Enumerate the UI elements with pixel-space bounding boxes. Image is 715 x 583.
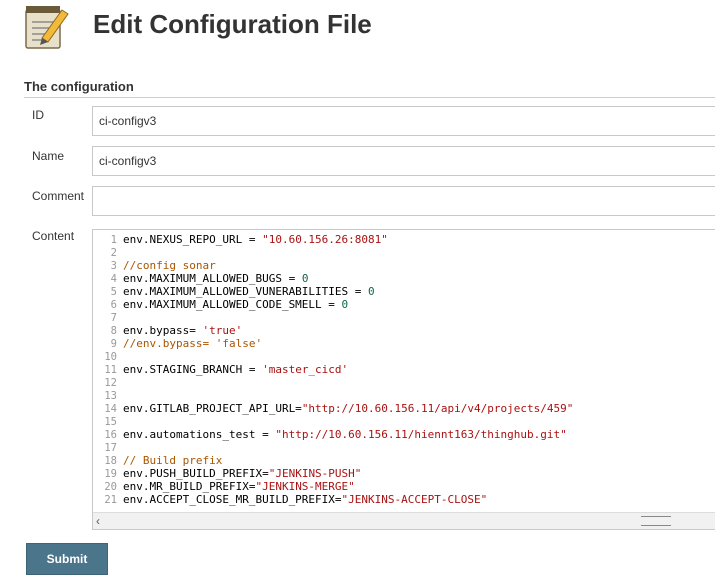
code-line[interactable]: 17 (93, 441, 715, 454)
section-title: The configuration (24, 79, 134, 94)
code-token: env.MAXIMUM_ALLOWED_VUNERABILITIES = (123, 285, 369, 298)
code-line[interactable]: 8 env.bypass= 'true' (93, 324, 715, 337)
code-line[interactable]: 4 env.MAXIMUM_ALLOWED_BUGS = 0 (93, 272, 715, 285)
code-token: env.MR_BUILD_PREFIX= (123, 480, 256, 493)
code-token: env.automations_test = (123, 428, 276, 441)
section-divider (24, 97, 715, 98)
code-token: "JENKINS-PUSH" (268, 467, 362, 480)
code-line[interactable]: 20 env.MR_BUILD_PREFIX="JENKINS-MERGE" (93, 480, 715, 493)
horizontal-scrollbar[interactable]: ‹ (93, 512, 715, 529)
code-token: //env.bypass= 'false' (123, 337, 263, 350)
content-label: Content (32, 229, 75, 243)
notepad-pencil-icon (25, 6, 69, 49)
code-line[interactable]: 7 (93, 311, 715, 324)
code-token: "JENKINS-ACCEPT-CLOSE" (341, 493, 488, 506)
code-line[interactable]: 13 (93, 389, 715, 402)
id-field[interactable] (92, 106, 715, 136)
chevron-left-icon[interactable]: ‹ (96, 514, 100, 528)
code-line[interactable]: 3//config sonar (93, 259, 715, 272)
code-token: "http://10.60.156.11/api/v4/projects/459… (301, 402, 574, 415)
code-token: 'master_cicd' (262, 363, 349, 376)
scroll-thumb[interactable] (641, 516, 671, 526)
code-line[interactable]: 21 env.ACCEPT_CLOSE_MR_BUILD_PREFIX="JENK… (93, 493, 715, 506)
code-token: 0 (341, 298, 349, 311)
code-line[interactable]: 5 env.MAXIMUM_ALLOWED_VUNERABILITIES = 0 (93, 285, 715, 298)
code-line[interactable]: 16 env.automations_test = "http://10.60.1… (93, 428, 715, 441)
code-line[interactable]: 15 (93, 415, 715, 428)
code-line[interactable]: 1 env.NEXUS_REPO_URL = "10.60.156.26:8081… (93, 233, 715, 246)
code-line[interactable]: 6 env.MAXIMUM_ALLOWED_CODE_SMELL = 0 (93, 298, 715, 311)
comment-label: Comment (32, 189, 85, 203)
code-area[interactable]: 1 env.NEXUS_REPO_URL = "10.60.156.26:8081… (93, 233, 715, 513)
code-line[interactable]: 2 (93, 246, 715, 259)
content-code-editor[interactable]: 1 env.NEXUS_REPO_URL = "10.60.156.26:8081… (92, 229, 715, 530)
code-token: // Build prefix (123, 454, 223, 467)
code-token: "JENKINS-MERGE" (255, 480, 355, 493)
code-token: "http://10.60.156.11/hiennt163/thinghub.… (275, 428, 567, 441)
code-line[interactable]: 18// Build prefix (93, 454, 715, 467)
code-line[interactable]: 10 (93, 350, 715, 363)
code-token: 0 (368, 285, 375, 298)
submit-button[interactable]: Submit (26, 543, 108, 575)
code-token: env.STAGING_BRANCH = (123, 363, 263, 376)
page-title: Edit Configuration File (93, 9, 372, 39)
code-token: 'true' (202, 324, 243, 337)
code-line[interactable]: 19 env.PUSH_BUILD_PREFIX="JENKINS-PUSH" (93, 467, 715, 480)
code-token: env.MAXIMUM_ALLOWED_CODE_SMELL = (123, 298, 342, 311)
name-field[interactable] (92, 146, 715, 176)
comment-field[interactable] (92, 186, 715, 216)
code-token: env.NEXUS_REPO_URL = (123, 233, 263, 246)
code-token: "10.60.156.26:8081" (262, 233, 388, 246)
code-token: 0 (301, 272, 309, 285)
code-line[interactable]: 12 (93, 376, 715, 389)
code-token: env.GITLAB_PROJECT_API_URL= (123, 402, 302, 415)
code-token: env.bypass= (123, 324, 203, 337)
name-label: Name (32, 149, 65, 163)
code-line[interactable]: 11 env.STAGING_BRANCH = 'master_cicd' (93, 363, 715, 376)
code-line[interactable]: 9//env.bypass= 'false' (93, 337, 715, 350)
code-line[interactable]: 14 env.GITLAB_PROJECT_API_URL="http://10.… (93, 402, 715, 415)
id-label: ID (32, 108, 44, 122)
line-number: 21 (104, 494, 117, 506)
code-token: env.PUSH_BUILD_PREFIX= (123, 467, 269, 480)
code-token: env.MAXIMUM_ALLOWED_BUGS = (123, 272, 302, 285)
code-token: //config sonar (123, 259, 216, 272)
code-token: env.ACCEPT_CLOSE_MR_BUILD_PREFIX= (123, 493, 342, 506)
